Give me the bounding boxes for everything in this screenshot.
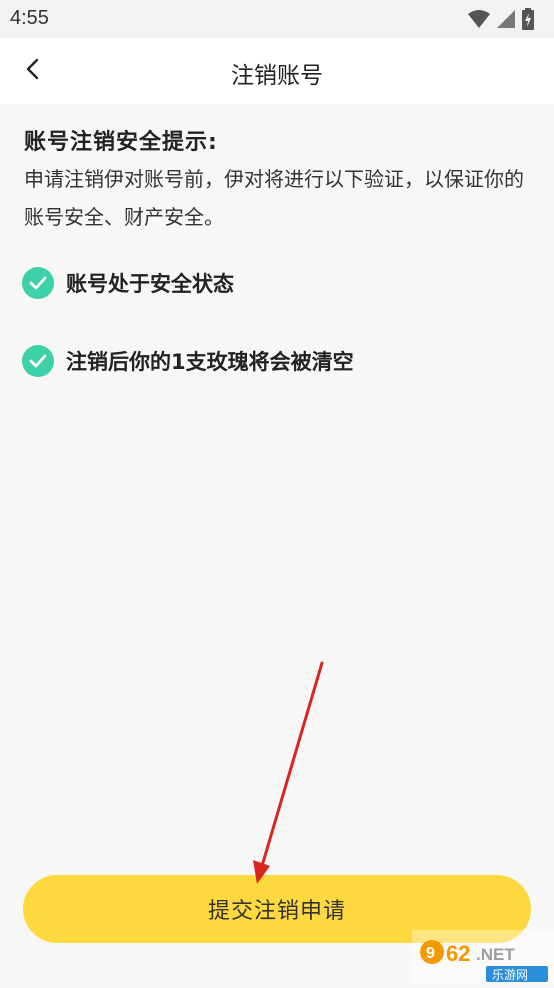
check-circle-icon xyxy=(22,267,54,299)
svg-text:62: 62 xyxy=(446,941,470,966)
signal-icon xyxy=(496,9,516,33)
status-time: 4:55 xyxy=(10,7,49,29)
check-label: 账号处于安全状态 xyxy=(66,272,234,296)
wifi-icon xyxy=(468,9,490,33)
submit-label: 提交注销申请 xyxy=(207,899,346,924)
svg-text:9: 9 xyxy=(426,945,435,962)
svg-text:乐游网: 乐游网 xyxy=(492,968,528,982)
check-circle-icon xyxy=(22,345,54,377)
page-title: 注销账号 xyxy=(231,63,323,89)
check-label: 注销后你的1支玫瑰将会被清空 xyxy=(66,350,354,374)
notice-title: 账号注销安全提示: xyxy=(24,130,218,155)
battery-icon xyxy=(522,8,534,34)
notice-description: 申请注销伊对账号前，伊对将进行以下验证，以保证你的账号安全、财产安全。 xyxy=(24,167,524,229)
watermark-logo: 9 62 .NET 乐游网 xyxy=(412,930,554,984)
status-bar: 4:55 xyxy=(0,0,554,38)
header: 注销账号 xyxy=(0,38,554,104)
status-icons xyxy=(468,8,534,34)
check-item-roses-cleared: 注销后你的1支玫瑰将会被清空 xyxy=(22,345,354,377)
svg-text:.NET: .NET xyxy=(476,945,515,964)
check-item-account-safe: 账号处于安全状态 xyxy=(22,267,234,299)
